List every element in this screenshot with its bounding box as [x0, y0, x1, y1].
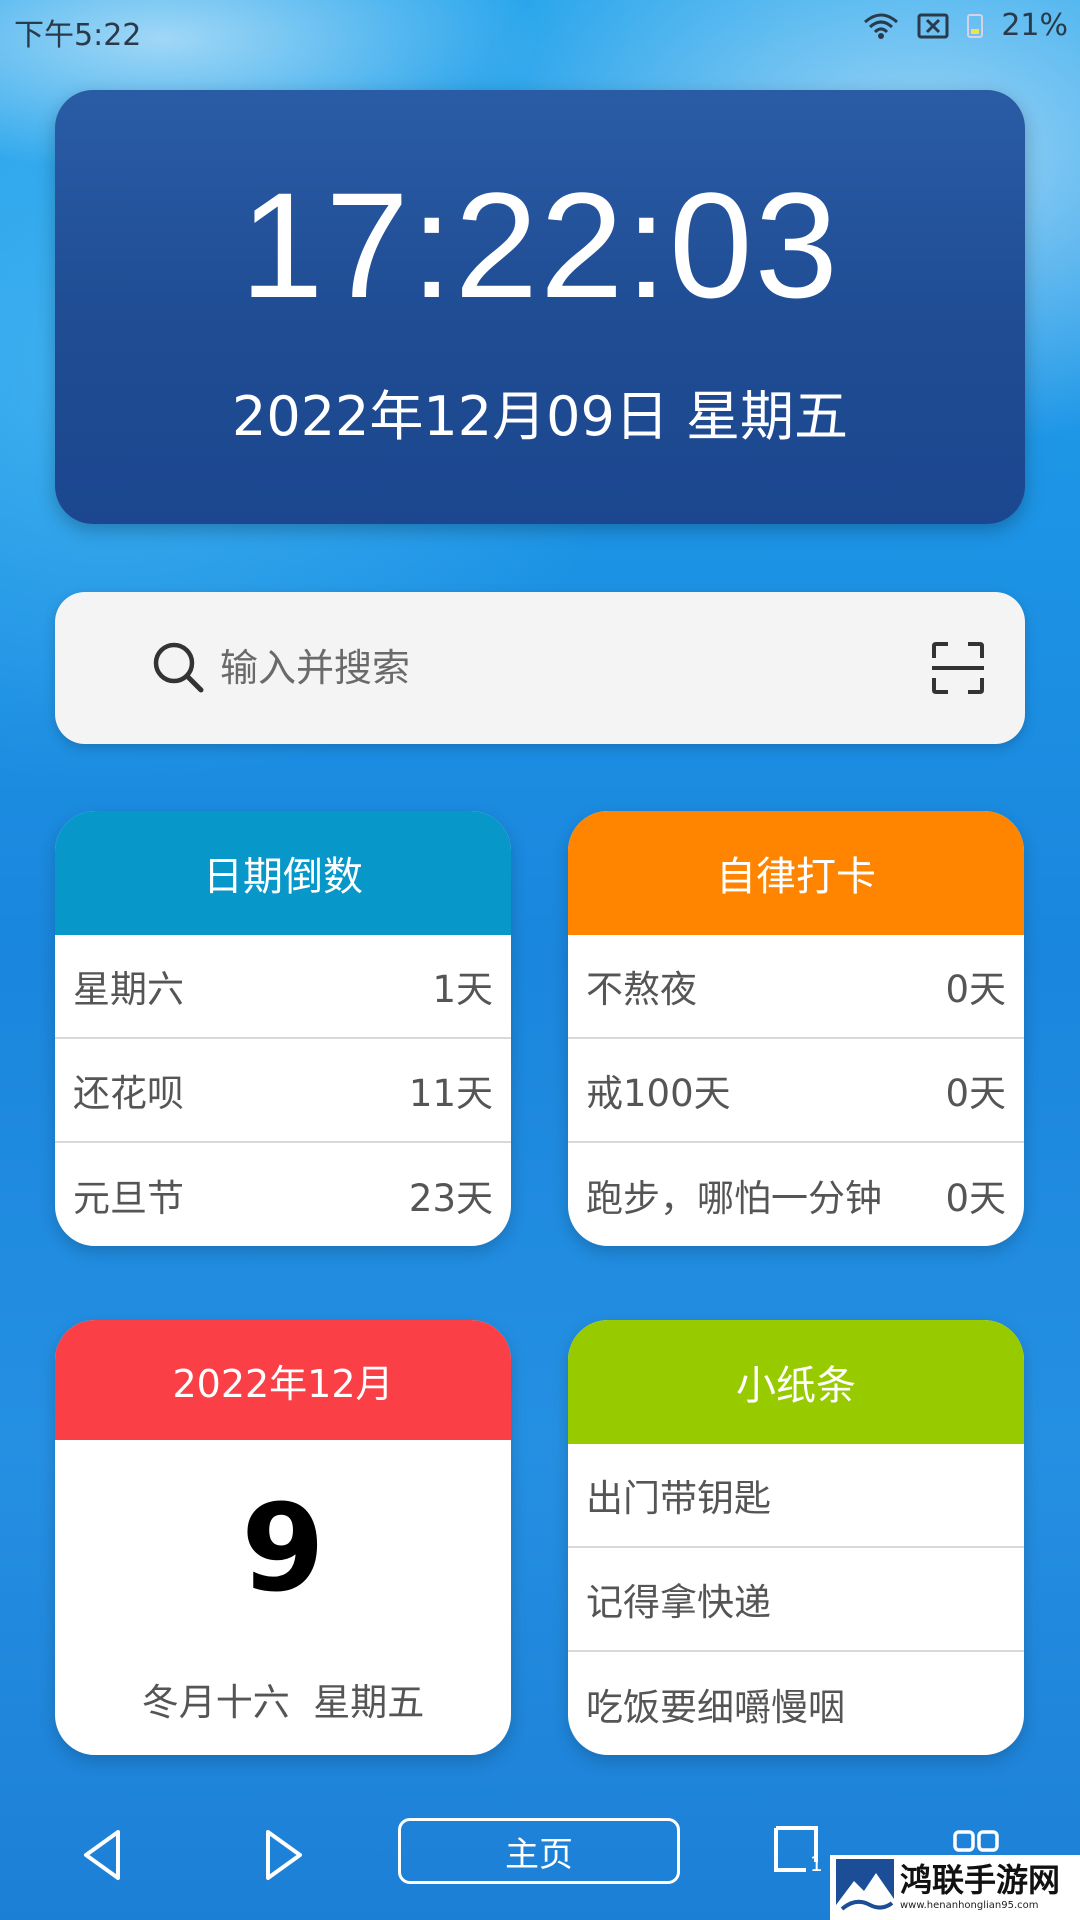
watermark-logo — [836, 1858, 894, 1917]
search-input[interactable] — [220, 632, 920, 704]
countdown-value: 11天 — [408, 1072, 493, 1115]
battery-icon — [967, 13, 984, 38]
forward-arrow-icon[interactable] — [262, 1828, 306, 1882]
watermark-url: www.henanhonglian95.com — [900, 1900, 1039, 1911]
tab-count: 1 — [810, 1852, 823, 1876]
calendar-lunar-date: 冬月十六 星期五 — [141, 1681, 425, 1724]
checkin-row[interactable]: 不熬夜 0天 — [568, 935, 1024, 1039]
note-text: 记得拿快递 — [586, 1581, 771, 1624]
notes-title: 小纸条 — [568, 1320, 1024, 1444]
checkin-label: 不熬夜 — [586, 968, 697, 1011]
checkin-value: 0天 — [945, 1177, 1006, 1220]
countdown-widget[interactable]: 日期倒数 星期六 1天 还花呗 11天 元旦节 23天 — [55, 811, 511, 1246]
countdown-row[interactable]: 元旦节 23天 — [55, 1143, 511, 1246]
calendar-month: 2022年12月 — [55, 1320, 511, 1440]
checkin-label: 戒100天 — [586, 1072, 731, 1115]
watermark: 鸿联手游网 www.henanhonglian95.com — [830, 1855, 1080, 1920]
checkin-row[interactable]: 跑步，哪怕一分钟 0天 — [568, 1143, 1024, 1246]
battery-percent: 21% — [1001, 8, 1068, 43]
status-time: 下午5:22 — [14, 18, 142, 53]
note-item[interactable]: 记得拿快递 — [568, 1548, 1024, 1652]
countdown-label: 还花呗 — [73, 1072, 184, 1115]
no-sim-icon — [917, 13, 949, 38]
countdown-value: 1天 — [432, 968, 493, 1011]
checkin-label: 跑步，哪怕一分钟 — [586, 1177, 882, 1220]
note-text: 吃饭要细嚼慢咽 — [586, 1686, 845, 1729]
note-item[interactable]: 吃饭要细嚼慢咽 — [568, 1652, 1024, 1755]
back-arrow-icon[interactable] — [80, 1828, 124, 1882]
countdown-row[interactable]: 还花呗 11天 — [55, 1039, 511, 1143]
wifi-icon — [864, 13, 899, 39]
countdown-value: 23天 — [408, 1177, 493, 1220]
clock-date: 2022年12月09日 星期五 — [231, 385, 849, 448]
note-text: 出门带钥匙 — [586, 1477, 771, 1520]
search-icon[interactable] — [151, 640, 207, 696]
countdown-title: 日期倒数 — [55, 811, 511, 935]
watermark-title: 鸿联手游网 — [900, 1861, 1061, 1899]
calendar-widget[interactable]: 2022年12月 9 冬月十六 星期五 — [55, 1320, 511, 1755]
home-button[interactable]: 主页 — [398, 1818, 680, 1884]
status-bar: 下午5:22 21% — [0, 0, 1080, 56]
countdown-row[interactable]: 星期六 1天 — [55, 935, 511, 1039]
checkin-row[interactable]: 戒100天 0天 — [568, 1039, 1024, 1143]
countdown-label: 星期六 — [73, 968, 184, 1011]
countdown-label: 元旦节 — [73, 1177, 184, 1220]
note-item[interactable]: 出门带钥匙 — [568, 1444, 1024, 1548]
checkin-value: 0天 — [945, 968, 1006, 1011]
notes-widget[interactable]: 小纸条 出门带钥匙 记得拿快递 吃饭要细嚼慢咽 — [568, 1320, 1024, 1755]
scan-icon[interactable] — [930, 640, 986, 696]
calendar-day: 9 — [241, 1480, 325, 1619]
checkin-value: 0天 — [945, 1072, 1006, 1115]
checkin-widget[interactable]: 自律打卡 不熬夜 0天 戒100天 0天 跑步，哪怕一分钟 0天 — [568, 811, 1024, 1246]
clock-time: 17:22:03 — [240, 161, 840, 329]
status-icons: 21% — [863, 8, 1068, 43]
tabs-button[interactable]: 1 — [772, 1824, 824, 1876]
search-bar[interactable] — [55, 592, 1025, 744]
checkin-title: 自律打卡 — [568, 811, 1024, 935]
clock-widget[interactable]: 17:22:03 2022年12月09日 星期五 — [55, 90, 1025, 524]
